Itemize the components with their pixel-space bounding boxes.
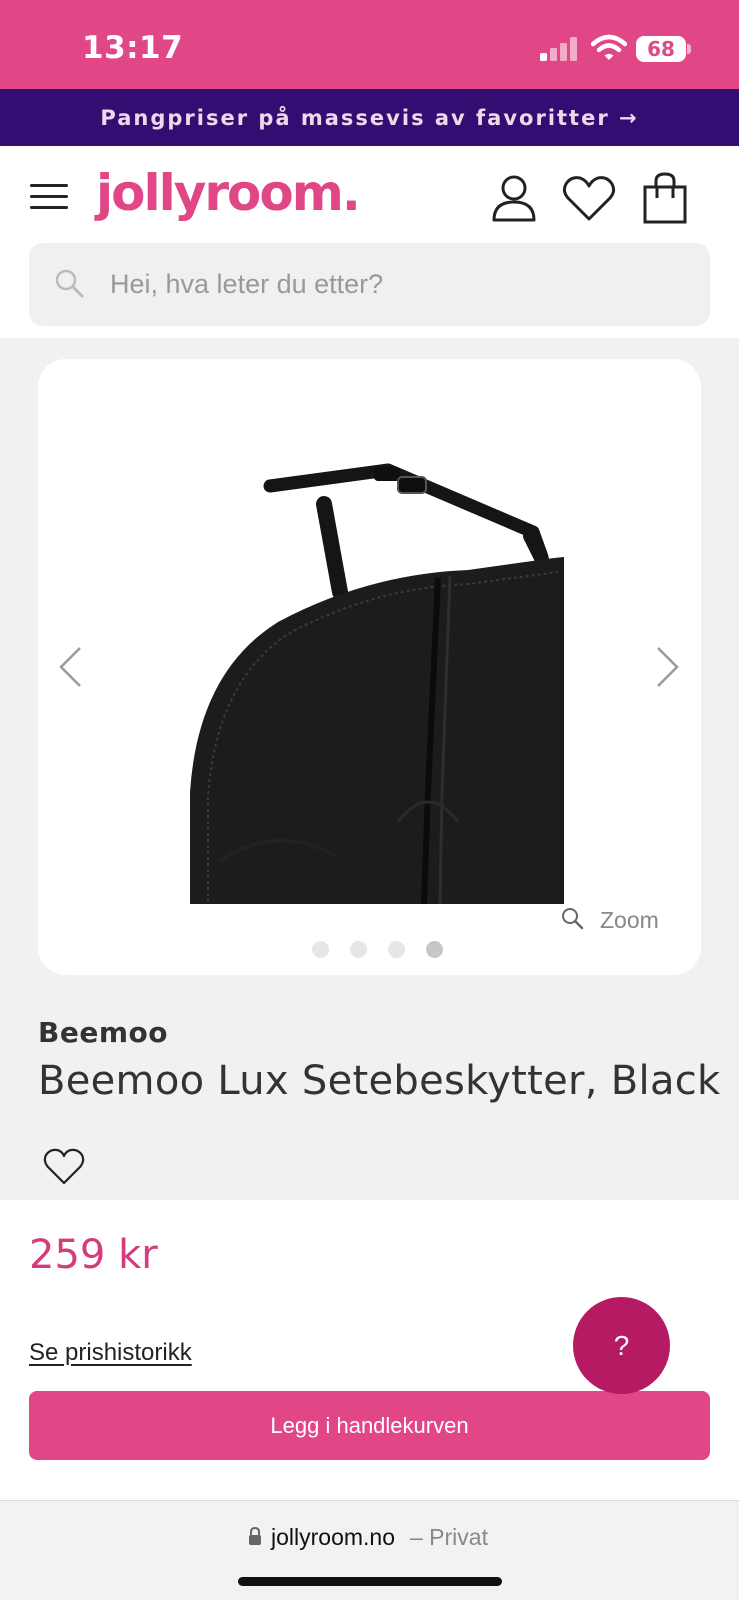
lock-icon xyxy=(249,1527,261,1545)
private-mode-label: – Privat xyxy=(410,1524,488,1550)
status-time: 13:17 xyxy=(82,30,184,66)
gallery-pagination xyxy=(312,941,448,959)
product-image[interactable] xyxy=(188,462,568,904)
price-history-link[interactable]: Se prishistorikk xyxy=(29,1339,192,1367)
wifi-icon xyxy=(591,34,627,60)
cart-icon[interactable] xyxy=(642,172,688,224)
product-title: Beemoo Lux Setebeskytter, Black xyxy=(38,1058,721,1104)
url-domain[interactable]: jollyroom.no xyxy=(271,1524,395,1551)
wishlist-icon[interactable] xyxy=(562,175,616,223)
search-icon xyxy=(55,269,84,298)
gallery-dot-1[interactable] xyxy=(312,941,329,958)
product-brand[interactable]: Beemoo xyxy=(38,1016,168,1049)
help-icon: ? xyxy=(613,1329,630,1361)
product-price: 259 kr xyxy=(29,1232,158,1278)
promo-text: Pangpriser på massevis av favoritter → xyxy=(100,105,639,130)
menu-icon[interactable] xyxy=(30,184,68,210)
zoom-icon[interactable] xyxy=(560,906,584,930)
gallery-dot-2[interactable] xyxy=(350,941,367,958)
next-image-arrow-icon[interactable] xyxy=(654,645,682,689)
add-to-wishlist-heart-icon[interactable] xyxy=(43,1148,85,1186)
add-to-cart-button[interactable]: Legg i handlekurven xyxy=(29,1391,710,1460)
account-icon[interactable] xyxy=(491,174,537,222)
gallery-dot-4[interactable] xyxy=(426,941,443,958)
battery-icon: 68 xyxy=(636,36,692,62)
site-logo[interactable]: jollyroom. xyxy=(96,164,361,222)
gallery-dot-3[interactable] xyxy=(388,941,405,958)
status-bar: 13:17 68 xyxy=(0,0,739,89)
search-input[interactable] xyxy=(110,262,670,306)
previous-image-arrow-icon[interactable] xyxy=(56,645,84,689)
zoom-label[interactable]: Zoom xyxy=(600,907,659,934)
promo-banner[interactable]: Pangpriser på massevis av favoritter → xyxy=(0,89,739,146)
home-indicator[interactable] xyxy=(238,1577,502,1586)
help-button[interactable]: ? xyxy=(573,1297,670,1394)
cellular-signal-icon xyxy=(540,37,577,61)
battery-level: 68 xyxy=(647,37,675,61)
